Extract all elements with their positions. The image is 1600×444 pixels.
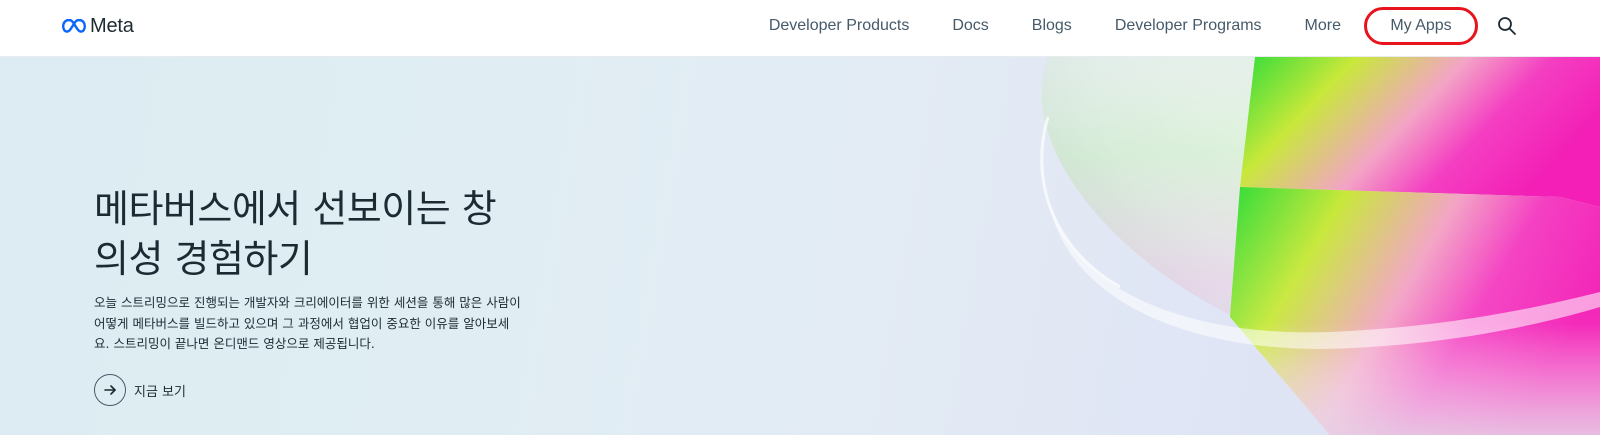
watch-now-label[interactable]: 지금 보기 (134, 381, 186, 400)
page-bottom-divider (0, 435, 1600, 444)
meta-logo-link[interactable]: Meta (62, 14, 134, 38)
my-apps-highlight-ring: My Apps (1364, 7, 1478, 45)
nav-more[interactable]: More (1305, 17, 1341, 35)
main-nav: Developer Products Docs Blogs Developer … (769, 0, 1600, 52)
hero-banner: 메타버스에서 선보이는 창의성 경험하기 오늘 스트리밍으로 진행되는 개발자와… (0, 57, 1600, 435)
brand-name: Meta (90, 14, 134, 37)
arrow-right-icon (104, 385, 116, 395)
watch-now-link[interactable]: 지금 보기 (94, 374, 186, 406)
nav-developer-products[interactable]: Developer Products (769, 17, 910, 35)
nav-my-apps[interactable]: My Apps (1390, 17, 1451, 35)
nav-docs[interactable]: Docs (952, 17, 988, 35)
meta-infinity-icon (62, 19, 86, 33)
arrow-circle-button[interactable] (94, 374, 126, 406)
search-button[interactable] (1494, 13, 1520, 39)
top-navigation: Meta Developer Products Docs Blogs Devel… (0, 0, 1600, 57)
search-icon (1498, 17, 1516, 35)
hero-description: 오늘 스트리밍으로 진행되는 개발자와 크리에이터를 위한 세션을 통해 많은 … (94, 295, 521, 351)
nav-developer-programs[interactable]: Developer Programs (1115, 17, 1262, 35)
hero-title: 메타버스에서 선보이는 창의성 경험하기 (94, 187, 497, 281)
nav-blogs[interactable]: Blogs (1032, 17, 1072, 35)
